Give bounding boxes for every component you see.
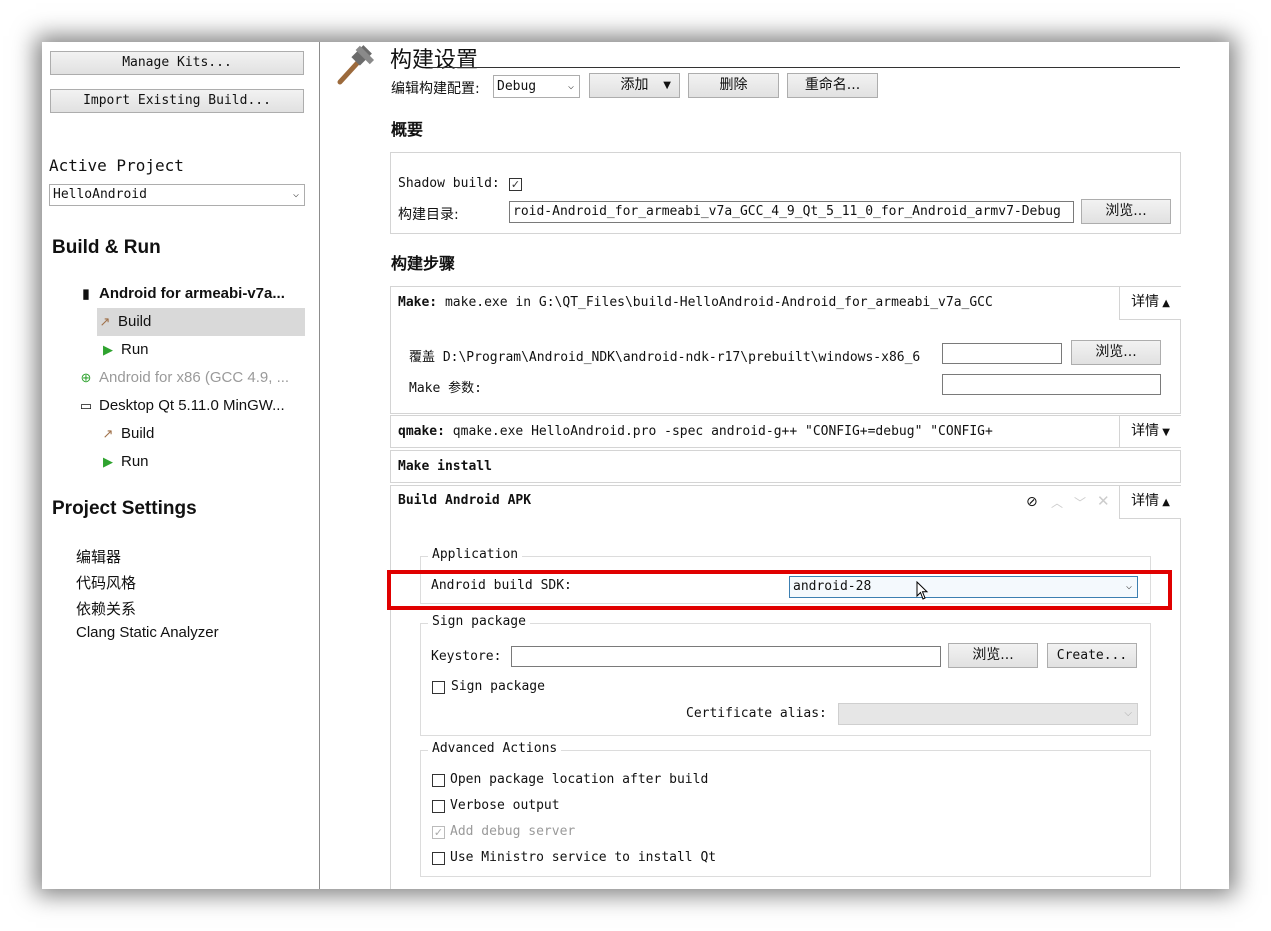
apk-details-button[interactable]: 详情 ▲ [1119, 486, 1181, 519]
debug-server-label: Add debug server [450, 824, 576, 839]
highlight-box [387, 570, 1172, 610]
active-project-value: HelloAndroid [53, 187, 147, 202]
qmake-step-label: qmake: [398, 424, 445, 439]
rename-config-button[interactable]: 重命名... [787, 73, 878, 98]
make-install-label: Make install [398, 459, 492, 474]
manage-kits-button[interactable]: Manage Kits... [50, 51, 304, 75]
chevron-up-icon: ▲ [1159, 497, 1170, 508]
override-browse-button[interactable]: 浏览... [1071, 340, 1161, 365]
title-divider [430, 67, 1180, 68]
active-project-label: Active Project [49, 156, 184, 175]
run-icon: ▶ [103, 342, 113, 357]
qmake-step-panel: qmake: qmake.exe HelloAndroid.pro -spec … [390, 415, 1181, 448]
chevron-down-icon: ⌵ [1124, 708, 1132, 719]
hammer-icon [337, 45, 375, 85]
edit-config-label: 编辑构建配置: [391, 81, 480, 97]
kit-android-x86[interactable]: ⊕ Android for x86 (GCC 4.9, ... [78, 369, 290, 386]
disable-step-icon[interactable]: ⊘ [1026, 494, 1038, 510]
keystore-browse-button[interactable]: 浏览... [948, 643, 1038, 668]
shadow-build-checkbox[interactable]: ✓ [509, 178, 522, 191]
certificate-alias-select[interactable]: ⌵ [838, 703, 1138, 725]
qmake-step-summary: qmake.exe HelloAndroid.pro -spec android… [452, 424, 993, 439]
build-dir-input[interactable]: roid-Android_for_armeabi_v7a_GCC_4_9_Qt_… [509, 201, 1074, 223]
make-install-step-panel: Make install [390, 450, 1181, 483]
delete-config-button[interactable]: 删除 [688, 73, 779, 98]
shadow-build-label: Shadow build: [398, 176, 500, 191]
build-dir-browse-button[interactable]: 浏览... [1081, 199, 1171, 224]
build-steps-title: 构建步骤 [391, 254, 456, 273]
run-icon: ▶ [103, 454, 113, 469]
ministro-checkbox[interactable] [432, 852, 445, 865]
sign-package-label: Sign package [451, 679, 545, 694]
build-apk-step-panel: Build Android APK ⊘ ︿ ﹀ ✕ 详情 ▲ Applicati… [390, 485, 1181, 889]
hammer-icon: ↗ [102, 426, 114, 441]
import-existing-build-button[interactable]: Import Existing Build... [50, 89, 304, 113]
kit-android-armeabi-run[interactable]: ▶ Run [100, 341, 149, 358]
advanced-actions-legend: Advanced Actions [428, 741, 562, 756]
add-config-button[interactable]: 添加 ▼ [589, 73, 680, 98]
kit-android-armeabi[interactable]: ▮ Android for armeabi-v7a... [78, 285, 284, 302]
build-config-select[interactable]: Debug ⌵ [493, 75, 580, 98]
keystore-create-button[interactable]: Create... [1047, 643, 1137, 668]
device-icon: ▮ [82, 286, 90, 301]
kit-desktop-build[interactable]: ↗ Build [100, 425, 155, 442]
build-config-value: Debug [497, 79, 537, 94]
overview-title: 概要 [391, 120, 424, 139]
settings-item-editor[interactable]: 编辑器 [76, 546, 121, 567]
kit-desktop-mingw[interactable]: ▭ Desktop Qt 5.11.0 MinGW... [78, 397, 285, 414]
sign-package-legend: Sign package [428, 614, 530, 629]
make-args-label: Make 参数: [409, 381, 482, 396]
add-device-icon: ⊕ [80, 370, 92, 385]
kit-desktop-run[interactable]: ▶ Run [100, 453, 149, 470]
ministro-label: Use Ministro service to install Qt [450, 850, 717, 865]
chevron-up-icon: ▲ [1159, 298, 1170, 309]
monitor-icon: ▭ [79, 398, 93, 413]
build-dir-label: 构建目录: [398, 207, 459, 223]
keystore-label: Keystore: [431, 649, 502, 664]
chevron-down-icon: ⌵ [292, 189, 299, 200]
chevron-down-icon: ⌵ [567, 81, 574, 92]
remove-step-icon[interactable]: ✕ [1097, 492, 1110, 510]
move-up-icon[interactable]: ︿ [1051, 494, 1063, 511]
verbose-output-label: Verbose output [450, 798, 560, 813]
build-run-title: Build & Run [52, 237, 161, 258]
override-input[interactable] [942, 343, 1062, 364]
kit-android-armeabi-build[interactable]: ↗ Build [97, 308, 305, 336]
make-details-button[interactable]: 详情 ▲ [1119, 287, 1181, 320]
make-step-label: Make: [398, 295, 438, 310]
application-legend: Application [428, 547, 523, 562]
active-project-select[interactable]: HelloAndroid ⌵ [49, 184, 305, 206]
build-settings-panel: 构建设置 编辑构建配置: Debug ⌵ 添加 ▼ 删除 重命名... 概要 S… [320, 42, 1229, 889]
project-settings-title: Project Settings [52, 498, 197, 519]
verbose-output-checkbox[interactable] [432, 800, 445, 813]
sidebar: Manage Kits... Import Existing Build... … [42, 42, 320, 889]
make-step-summary: make.exe in G:\QT_Files\build-HelloAndro… [444, 295, 993, 310]
override-label: 覆盖 D:\Program\Android_NDK\android-ndk-r1… [409, 350, 921, 365]
move-down-icon[interactable]: ﹀ [1074, 494, 1086, 511]
settings-item-code-style[interactable]: 代码风格 [76, 572, 136, 593]
build-apk-label: Build Android APK [398, 493, 532, 508]
qmake-details-button[interactable]: 详情 ▼ [1119, 416, 1181, 447]
settings-item-clang-analyzer[interactable]: Clang Static Analyzer [76, 624, 219, 641]
dropdown-arrow-icon: ▼ [663, 80, 671, 91]
debug-server-checkbox[interactable]: ✓ [432, 826, 445, 839]
certificate-alias-label: Certificate alias: [686, 706, 827, 721]
overview-panel: Shadow build: ✓ 构建目录: roid-Android_for_a… [390, 152, 1181, 234]
keystore-input[interactable] [511, 646, 941, 667]
make-args-input[interactable] [942, 374, 1161, 395]
sign-package-checkbox[interactable] [432, 681, 445, 694]
qt-creator-window: Manage Kits... Import Existing Build... … [42, 42, 1229, 889]
open-location-checkbox[interactable] [432, 774, 445, 787]
chevron-down-icon: ▼ [1159, 427, 1170, 438]
page-title: 构建设置 [390, 48, 479, 73]
hammer-icon: ↗ [99, 314, 111, 329]
make-step-panel: Make: make.exe in G:\QT_Files\build-Hell… [390, 286, 1181, 414]
settings-item-dependencies[interactable]: 依赖关系 [76, 598, 136, 619]
open-location-label: Open package location after build [450, 772, 709, 787]
